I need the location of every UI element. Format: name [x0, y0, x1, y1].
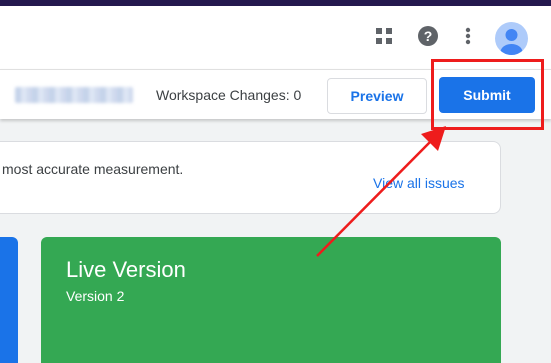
account-avatar-icon[interactable] [495, 22, 528, 55]
more-vert-icon[interactable] [456, 24, 480, 48]
workspace-changes-count: Workspace Changes: 0 [156, 87, 302, 103]
live-version-card[interactable]: Live Version Version 2 [41, 237, 501, 363]
view-all-issues-link[interactable]: View all issues [373, 175, 465, 191]
apps-grid-icon[interactable] [372, 24, 396, 48]
live-version-title: Live Version [66, 257, 186, 282]
issues-message: most accurate measurement. [2, 161, 184, 177]
issues-card: most accurate measurement. View all issu… [0, 141, 501, 214]
annotation-highlight-box [431, 59, 544, 130]
workspace-name-redacted [15, 87, 133, 103]
help-icon[interactable]: ? [416, 24, 440, 48]
svg-text:?: ? [424, 28, 433, 44]
preview-button[interactable]: Preview [327, 78, 427, 114]
current-workspace-card[interactable] [0, 237, 18, 363]
live-version-number: Version 2 [66, 288, 125, 304]
